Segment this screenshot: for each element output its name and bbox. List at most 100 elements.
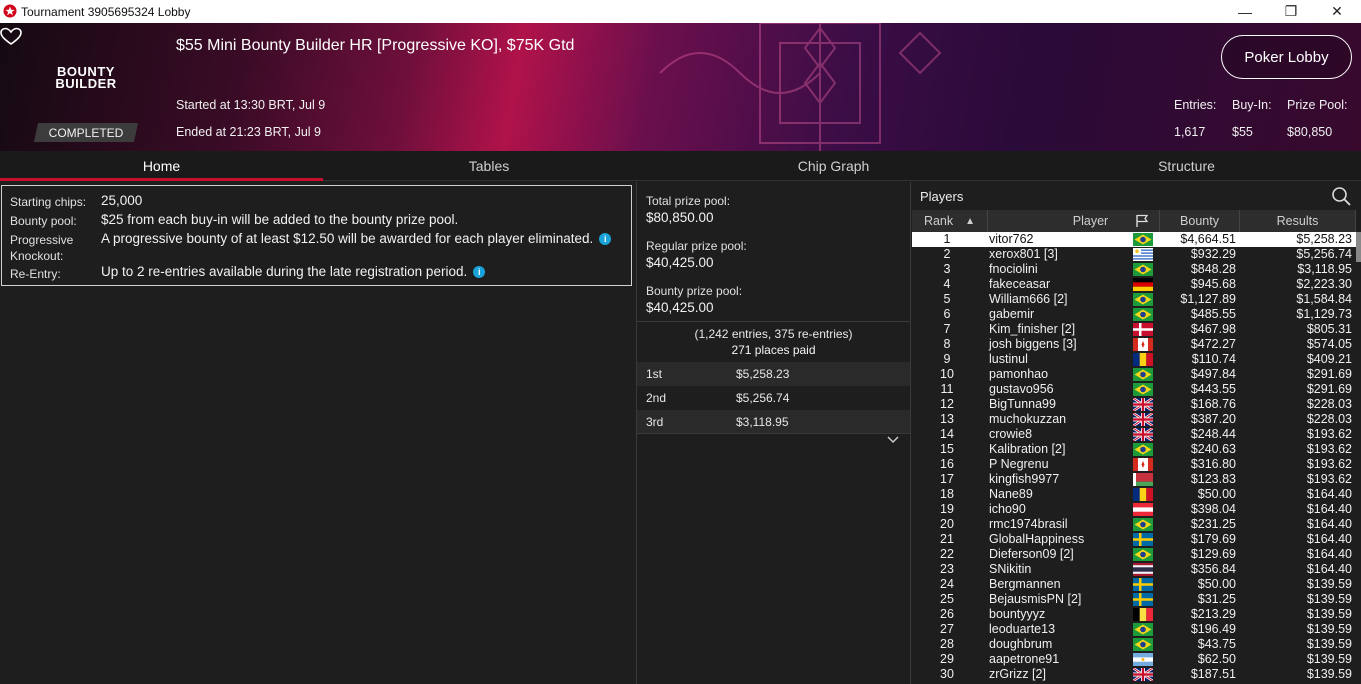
info-icon[interactable]: i	[473, 266, 486, 278]
bounty-prize-pool-label: Bounty prize pool:	[646, 284, 743, 298]
player-name: Nane89	[989, 487, 1033, 501]
player-name: josh biggens [3]	[989, 337, 1077, 351]
tournament-info-box: Starting chips: 25,000 Bounty pool: $25 …	[1, 185, 632, 286]
player-bounty: $248.44	[1190, 427, 1236, 441]
table-row[interactable]: 30 zrGrizz [2] $187.51 $139.59	[912, 667, 1356, 682]
payout-amount: $3,118.95	[736, 415, 789, 429]
poker-lobby-button[interactable]: Poker Lobby	[1221, 35, 1352, 79]
country-flag-icon	[1133, 668, 1153, 681]
info-icon[interactable]: i	[599, 233, 612, 245]
maximize-button[interactable]: ❐	[1268, 0, 1314, 23]
scrollbar[interactable]	[1356, 232, 1361, 262]
player-bounty: $485.55	[1190, 307, 1236, 321]
rank-column-header[interactable]: Rank ▲	[912, 210, 988, 232]
player-result: $5,256.74	[1296, 247, 1352, 261]
player-result: $139.59	[1306, 667, 1352, 681]
table-row[interactable]: 9 lustinul $110.74 $409.21	[912, 352, 1356, 367]
table-row[interactable]: 8 josh biggens [3] $472.27 $574.05	[912, 337, 1356, 352]
country-flag-icon	[1133, 623, 1153, 636]
regular-prize-pool-value: $40,425.00	[646, 255, 714, 270]
table-row[interactable]: 12 BigTunna99 $168.76 $228.03	[912, 397, 1356, 412]
table-row[interactable]: 21 GlobalHappiness $179.69 $164.40	[912, 532, 1356, 547]
tab-tables[interactable]: Tables	[323, 151, 655, 181]
table-row[interactable]: 28 doughbrum $43.75 $139.59	[912, 637, 1356, 652]
table-row[interactable]: 14 crowie8 $248.44 $193.62	[912, 427, 1356, 442]
tab-chip-graph[interactable]: Chip Graph	[655, 151, 1012, 181]
table-row[interactable]: 10 pamonhao $497.84 $291.69	[912, 367, 1356, 382]
table-row[interactable]: 16 P Negrenu $316.80 $193.62	[912, 457, 1356, 472]
player-name: muchokuzzan	[989, 412, 1067, 426]
player-rank: 8	[943, 337, 951, 351]
player-result: $291.69	[1306, 367, 1352, 381]
tab-home[interactable]: Home	[0, 151, 323, 181]
table-row[interactable]: 15 Kalibration [2] $240.63 $193.62	[912, 442, 1356, 457]
table-row[interactable]: 27 leoduarte13 $196.49 $139.59	[912, 622, 1356, 637]
table-row[interactable]: 13 muchokuzzan $387.20 $228.03	[912, 412, 1356, 427]
table-row[interactable]: 3 fnociolini $848.28 $3,118.95	[912, 262, 1356, 277]
player-name: vitor762	[989, 232, 1034, 246]
table-row[interactable]: 25 BejausmisPN [2] $31.25 $139.59	[912, 592, 1356, 607]
player-rank: 23	[940, 562, 954, 576]
player-result: $574.05	[1306, 337, 1352, 351]
player-bounty: $187.51	[1190, 667, 1236, 681]
player-result: $139.59	[1306, 652, 1352, 666]
table-row[interactable]: 4 fakeceasar $945.68 $2,223.30	[912, 277, 1356, 292]
player-result: $291.69	[1306, 382, 1352, 396]
player-rank: 20	[940, 517, 954, 531]
player-result: $228.03	[1306, 412, 1352, 426]
table-row[interactable]: 17 kingfish9977 $123.83 $193.62	[912, 472, 1356, 487]
payout-place: 3rd	[646, 415, 664, 429]
results-column-header[interactable]: Results	[1240, 210, 1356, 232]
table-row[interactable]: 11 gustavo956 $443.55 $291.69	[912, 382, 1356, 397]
tab-structure[interactable]: Structure	[1012, 151, 1361, 181]
table-row[interactable]: 22 Dieferson09 [2] $129.69 $164.40	[912, 547, 1356, 562]
table-row[interactable]: 1 vitor762 $4,664.51 $5,258.23	[912, 232, 1356, 247]
minimize-button[interactable]: —	[1222, 0, 1268, 23]
search-icon[interactable]	[1331, 186, 1351, 206]
table-row[interactable]: 2 xerox801 [3] $932.29 $5,256.74	[912, 247, 1356, 262]
entries-label: Entries:	[1174, 98, 1217, 112]
country-flag-icon	[1133, 233, 1153, 246]
table-row[interactable]: 5 William666 [2] $1,127.89 $1,584.84	[912, 292, 1356, 307]
close-button[interactable]: ✕	[1314, 0, 1360, 23]
bounty-builder-logo: BOUNTY BUILDER	[55, 64, 117, 91]
favorite-heart-icon[interactable]	[0, 27, 22, 47]
player-bounty: $472.27	[1190, 337, 1236, 351]
bounty-pool-value: $25 from each buy-in will be added to th…	[101, 212, 459, 227]
reentry-label: Re-Entry:	[10, 267, 61, 281]
player-rank: 25	[940, 592, 954, 606]
table-row[interactable]: 18 Nane89 $50.00 $164.40	[912, 487, 1356, 502]
nav-tabs: Home Tables Chip Graph Structure	[0, 151, 1361, 181]
player-rank: 18	[940, 487, 954, 501]
country-flag-icon	[1133, 428, 1153, 441]
player-result: $139.59	[1306, 622, 1352, 636]
table-row[interactable]: 23 SNikitin $356.84 $164.40	[912, 562, 1356, 577]
player-name: zrGrizz [2]	[989, 667, 1046, 681]
player-name: kingfish9977	[989, 472, 1060, 486]
chevron-down-icon[interactable]	[887, 436, 899, 444]
country-column-header[interactable]	[1124, 210, 1160, 232]
players-table: 1 vitor762 $4,664.51 $5,258.23 2 xerox801 [3]…	[912, 232, 1356, 682]
bounty-column-header[interactable]: Bounty	[1160, 210, 1240, 232]
table-row[interactable]: 6 gabemir $485.55 $1,129.73	[912, 307, 1356, 322]
table-row[interactable]: 26 bountyyyz $213.29 $139.59	[912, 607, 1356, 622]
player-name: rmc1974brasil	[989, 517, 1068, 531]
player-result: $2,223.30	[1296, 277, 1352, 291]
buyin-value: $55	[1232, 125, 1253, 139]
table-row[interactable]: 24 Bergmannen $50.00 $139.59	[912, 577, 1356, 592]
status-badge: COMPLETED	[34, 123, 138, 142]
player-rank: 17	[940, 472, 954, 486]
progressive-knockout-label: Progressive Knockout:	[10, 233, 74, 263]
player-name: GlobalHappiness	[989, 532, 1085, 546]
country-flag-icon	[1133, 278, 1153, 291]
player-rank: 2	[943, 247, 951, 261]
player-rank: 16	[940, 457, 954, 471]
table-row[interactable]: 7 Kim_finisher [2] $467.98 $805.31	[912, 322, 1356, 337]
player-result: $164.40	[1306, 487, 1352, 501]
country-flag-icon	[1133, 398, 1153, 411]
table-row[interactable]: 20 rmc1974brasil $231.25 $164.40	[912, 517, 1356, 532]
country-flag-icon	[1133, 338, 1153, 351]
table-row[interactable]: 19 icho90 $398.04 $164.40	[912, 502, 1356, 517]
table-row[interactable]: 29 aapetrone91 $62.50 $139.59	[912, 652, 1356, 667]
divider	[637, 321, 910, 322]
